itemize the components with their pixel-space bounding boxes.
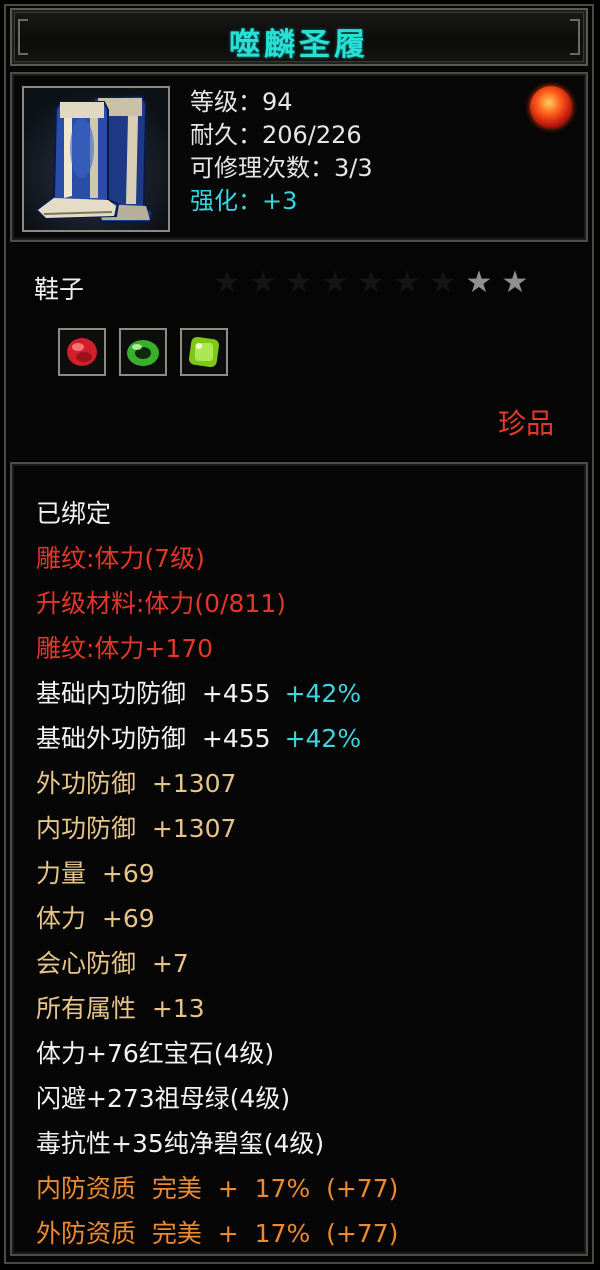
star-icon: ★ [429, 265, 457, 300]
attribute-line: 外防资质 完美 + 17% (+77) [36, 1214, 398, 1259]
attribute-line: 会心防御 +7 [36, 944, 398, 989]
attribute-text: 基础内功防御 +455 [36, 679, 271, 708]
attribute-list: 已绑定雕纹:体力(7级) 升级材料:体力(0/811) 雕纹:体力+170 基础内功防… [36, 494, 398, 1259]
attribute-bonus: +42% [284, 679, 362, 708]
attribute-line: 雕纹:体力+170 [36, 629, 398, 674]
attribute-line: 内功防御 +1307 [36, 809, 398, 854]
attribute-text: 基础外功防御 +455 [36, 724, 271, 753]
attribute-line: 体力 +69 [36, 899, 398, 944]
item-name: 噬麟圣履 [229, 27, 369, 63]
attribute-text: 雕纹:体力(7级) [36, 544, 205, 573]
attribute-panel: 已绑定雕纹:体力(7级) 升级材料:体力(0/811) 雕纹:体力+170 基础内功防… [10, 462, 588, 1256]
attribute-text: 升级材料:体力(0/811) [36, 589, 286, 618]
star-icon: ★ [213, 265, 241, 300]
boots-icon [22, 86, 170, 232]
star-icon: ★ [357, 265, 385, 300]
attribute-line: 升级材料:体力(0/811) [36, 584, 398, 629]
title-bar: 噬麟圣履 [10, 8, 588, 66]
jade-gem-icon [180, 328, 228, 376]
star-icon: ★ [285, 265, 313, 300]
attribute-line: 雕纹:体力(7级) [36, 539, 398, 584]
attribute-line: 已绑定 [36, 494, 398, 539]
attribute-text: 雕纹:体力+170 [36, 634, 214, 663]
star-rating: ★ ★ ★ ★ ★ ★ ★ ★ ★ [212, 268, 530, 298]
star-icon: ★ [249, 265, 277, 300]
attribute-text: 体力+76红宝石(4级) [36, 1039, 275, 1068]
gem-sockets [58, 328, 228, 376]
attribute-line: 所有属性 +13 [36, 989, 398, 1034]
attribute-line: 力量 +69 [36, 854, 398, 899]
attribute-text: 会心防御 +7 [36, 949, 189, 978]
stat-enhancement: 强化：+3 [190, 187, 298, 215]
star-icon: ★ [321, 265, 349, 300]
attribute-line: 基础内功防御 +455 +42% [36, 674, 398, 719]
attribute-text: 外功防御 +1307 [36, 769, 237, 798]
item-type: 鞋子 [34, 275, 85, 304]
star-icon: ★ [501, 265, 529, 300]
star-icon: ★ [393, 265, 421, 300]
ruby-gem-icon [58, 328, 106, 376]
rarity-label: 珍品 [497, 407, 554, 440]
flame-gem-icon [530, 86, 572, 128]
attribute-line: 体力+76红宝石(4级) [36, 1034, 398, 1079]
attribute-line: 闪避+273祖母绿(4级) [36, 1079, 398, 1124]
stat-durability: 耐久：206/226 [190, 121, 362, 149]
attribute-line: 外功防御 +1307 [36, 764, 398, 809]
stat-level: 等级：94 [190, 88, 293, 116]
attribute-text: 已绑定 [36, 499, 112, 528]
item-stats: 等级：94 耐久：206/226 可修理次数：3/3 强化：+3 [190, 86, 373, 218]
attribute-bonus: +42% [284, 724, 362, 753]
attribute-text: 所有属性 +13 [36, 994, 205, 1023]
emerald-gem-icon [119, 328, 167, 376]
attribute-text: 体力 +69 [36, 904, 155, 933]
attribute-text: 外防资质 完美 + 17% (+77) [36, 1219, 399, 1248]
attribute-text: 闪避+273祖母绿(4级) [36, 1084, 291, 1113]
star-icon: ★ [465, 265, 493, 300]
item-header: 等级：94 耐久：206/226 可修理次数：3/3 强化：+3 [10, 72, 588, 242]
attribute-line: 毒抗性+35纯净碧玺(4级) [36, 1124, 398, 1169]
attribute-line: 基础外功防御 +455 +42% [36, 719, 398, 764]
stat-repair-count: 可修理次数：3/3 [190, 154, 373, 182]
attribute-text: 内防资质 完美 + 17% (+77) [36, 1174, 399, 1203]
attribute-text: 内功防御 +1307 [36, 814, 237, 843]
attribute-text: 毒抗性+35纯净碧玺(4级) [36, 1129, 325, 1158]
attribute-line: 内防资质 完美 + 17% (+77) [36, 1169, 398, 1214]
attribute-text: 力量 +69 [36, 859, 155, 888]
